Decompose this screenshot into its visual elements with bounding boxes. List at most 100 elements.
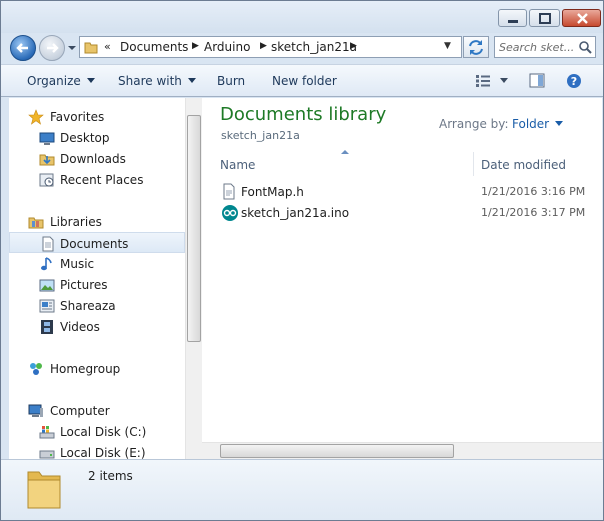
nav-item-label: Desktop: [60, 131, 110, 145]
scrollbar-thumb[interactable]: [220, 444, 454, 458]
chevron-down-icon: [555, 121, 564, 126]
documents-icon: [42, 236, 54, 252]
command-bar: Organize Share with Burn New folder ?: [1, 64, 603, 97]
view-dropdown-icon[interactable]: [499, 77, 509, 85]
close-icon: [577, 13, 588, 24]
nav-homegroup-label: Homegroup: [50, 362, 121, 376]
breadcrumb-sketch[interactable]: sketch_jan21a: [271, 40, 357, 54]
nav-item-videos[interactable]: Videos: [9, 316, 185, 337]
share-with-button[interactable]: Share with: [118, 74, 196, 88]
nav-item-label: Downloads: [60, 152, 126, 166]
star-icon: [28, 109, 44, 125]
address-history-dropdown[interactable]: ▼: [444, 41, 451, 51]
minimize-button[interactable]: [498, 9, 527, 27]
nav-item-shareaza[interactable]: Shareaza: [9, 295, 185, 316]
desktop-icon: [39, 132, 55, 145]
shareaza-icon: [39, 299, 55, 313]
nav-item-recent-places[interactable]: Recent Places: [9, 169, 185, 190]
file-name: sketch_jan21a.ino: [241, 206, 350, 220]
header-file-icon: [223, 183, 235, 200]
recent-places-icon: [39, 173, 54, 187]
scrollbar-thumb[interactable]: [187, 115, 201, 342]
nav-libraries[interactable]: Libraries: [9, 211, 185, 232]
file-name: FontMap.h: [241, 185, 304, 199]
nav-item-music[interactable]: Music: [9, 253, 185, 274]
new-folder-button[interactable]: New folder: [272, 74, 337, 88]
organize-label: Organize: [27, 74, 81, 88]
breadcrumb-separator-icon[interactable]: ▶: [192, 41, 199, 51]
minimize-icon: [508, 20, 518, 23]
sort-ascending-icon: [341, 150, 349, 154]
file-row[interactable]: FontMap.h 1/21/2016 3:16 PM: [218, 182, 598, 202]
forward-button[interactable]: [39, 35, 65, 61]
column-header-date-modified[interactable]: Date modified: [481, 158, 566, 172]
search-icon[interactable]: [578, 40, 593, 55]
breadcrumb-documents[interactable]: Documents: [120, 40, 188, 54]
breadcrumb-overflow[interactable]: «: [104, 40, 111, 53]
help-icon[interactable]: ?: [566, 73, 582, 89]
search-input[interactable]: [499, 39, 575, 55]
breadcrumb-arduino[interactable]: Arduino: [204, 40, 250, 54]
nav-item-pictures[interactable]: Pictures: [9, 274, 185, 295]
nav-item-label: Local Disk (E:): [60, 446, 146, 459]
nav-item-label: Documents: [60, 237, 129, 251]
library-subtitle: sketch_jan21a: [221, 129, 300, 142]
navigation-scrollbar[interactable]: [185, 98, 202, 459]
title-bar: [1, 1, 603, 33]
refresh-button[interactable]: [463, 36, 489, 58]
library-title: Documents library: [220, 104, 387, 125]
nav-computer-label: Computer: [50, 404, 110, 418]
horizontal-scrollbar[interactable]: [202, 442, 602, 459]
arrange-by-value: Folder: [512, 117, 550, 131]
maximize-icon: [539, 13, 551, 24]
nav-item-downloads[interactable]: Downloads: [9, 148, 185, 169]
arrange-by-label: Arrange by:: [439, 117, 509, 131]
navigation-pane: Favorites Desktop Downloads Recent Place…: [9, 98, 185, 459]
back-button[interactable]: [10, 35, 36, 61]
folder-icon: [84, 42, 98, 54]
breadcrumb-separator-icon[interactable]: ▶: [350, 41, 357, 51]
nav-libraries-label: Libraries: [50, 215, 102, 229]
nav-item-documents[interactable]: Documents: [9, 232, 185, 253]
file-date: 1/21/2016 3:16 PM: [481, 185, 586, 198]
nav-item-label: Pictures: [60, 278, 108, 292]
nav-item-local-disk-c[interactable]: Local Disk (C:): [9, 421, 185, 442]
nav-item-label: Local Disk (C:): [60, 425, 147, 439]
column-header-name[interactable]: Name: [220, 158, 255, 172]
preview-pane-icon[interactable]: [529, 73, 545, 89]
search-box[interactable]: [494, 36, 596, 58]
svg-text:?: ?: [571, 75, 577, 88]
drive-icon: [39, 450, 55, 459]
organize-button[interactable]: Organize: [27, 74, 95, 88]
arrange-by-dropdown[interactable]: Folder: [512, 117, 564, 131]
share-with-label: Share with: [118, 74, 182, 88]
music-note-icon: [41, 257, 52, 271]
nav-item-label: Videos: [60, 320, 100, 334]
nav-item-label: Recent Places: [60, 173, 144, 187]
close-button[interactable]: [562, 9, 601, 27]
file-row[interactable]: sketch_jan21a.ino 1/21/2016 3:17 PM: [218, 203, 598, 223]
nav-item-desktop[interactable]: Desktop: [9, 127, 185, 148]
nav-computer[interactable]: Computer: [9, 400, 185, 421]
back-arrow-icon: [16, 43, 28, 53]
nav-favorites[interactable]: Favorites: [9, 106, 185, 127]
item-count: 2 items: [88, 469, 133, 483]
nav-homegroup[interactable]: Homegroup: [9, 358, 185, 379]
breadcrumb-separator-icon[interactable]: ▶: [260, 41, 267, 51]
downloads-folder-icon: [39, 154, 55, 166]
maximize-button[interactable]: [529, 9, 560, 27]
recent-pages-dropdown[interactable]: [67, 43, 77, 53]
view-options-icon[interactable]: [475, 74, 491, 88]
videos-film-icon: [41, 320, 53, 334]
folder-large-icon: [27, 471, 61, 509]
file-list-pane: Documents library sketch_jan21a Arrange …: [202, 98, 602, 459]
nav-item-local-disk-e[interactable]: Local Disk (E:): [9, 442, 185, 459]
burn-button[interactable]: Burn: [217, 74, 245, 88]
column-divider[interactable]: [473, 152, 474, 176]
address-bar[interactable]: « Documents ▶ Arduino ▶ sketch_jan21a ▶ …: [79, 36, 462, 58]
explorer-window: « Documents ▶ Arduino ▶ sketch_jan21a ▶ …: [0, 0, 604, 521]
nav-item-label: Music: [60, 257, 95, 271]
computer-icon: [28, 404, 43, 417]
chevron-down-icon: [187, 78, 196, 83]
homegroup-icon: [30, 363, 42, 375]
